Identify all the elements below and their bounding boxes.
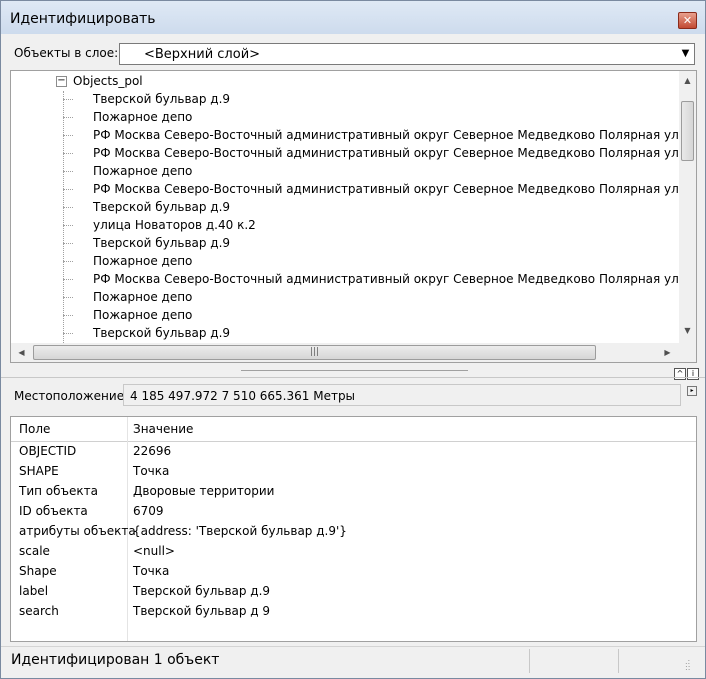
tree-item-label: Тверской бульвар д.9 [93, 200, 231, 214]
close-icon: ✕ [682, 14, 693, 27]
tree-connector-line [63, 91, 64, 343]
status-text: Идентифицирован 1 объект [11, 652, 220, 668]
attributes-grid[interactable]: Поле Значение OBJECTID 22696 SHAPE Точка Тип… [10, 416, 697, 642]
status-divider [529, 649, 530, 673]
field-name: scale [19, 544, 50, 558]
tree-vertical-scrollbar[interactable]: ▲ ▼ [679, 71, 696, 343]
tree-item-label: Тверской бульвар д.9 [93, 236, 231, 250]
field-name: ID объекта [19, 504, 88, 518]
scrollbar-corner [679, 343, 696, 362]
tree-connector [63, 315, 73, 316]
horizontal-scroll-thumb[interactable]: ||| [33, 345, 596, 360]
close-button[interactable]: ✕ [678, 12, 697, 29]
layer-dropdown[interactable]: <Верхний слой> ▼ [119, 43, 695, 65]
field-value: Точка [133, 564, 170, 578]
tree-connector [63, 225, 73, 226]
tree-connector [63, 135, 73, 136]
results-tree[interactable]: − Objects_pol Тверской бульвар д.9 Пожарн… [10, 70, 697, 363]
tree-item-label: Пожарное депо [93, 110, 193, 124]
field-name: атрибуты объекта [19, 524, 136, 538]
scroll-left-icon[interactable]: ◀ [13, 343, 30, 362]
tree-connector [63, 189, 73, 190]
tree-connector [63, 261, 73, 262]
panel-info-icon[interactable]: i [687, 368, 699, 380]
field-value: Точка [133, 464, 170, 478]
location-label: Местоположение: [14, 389, 129, 403]
tree-connector [63, 117, 73, 118]
field-value: 6709 [133, 504, 164, 518]
field-value: <null> [133, 544, 175, 558]
tree-item-label: Тверской бульвар д.9 [93, 326, 231, 340]
identify-window: Идентифицировать ✕ Объекты в слое: <Верх… [0, 0, 706, 679]
tree-horizontal-scrollbar[interactable]: ◀ ||| ▶ [11, 343, 679, 362]
field-name: Тип объекта [19, 484, 98, 498]
field-name: OBJECTID [19, 444, 77, 458]
scroll-right-icon[interactable]: ▶ [659, 343, 676, 362]
header-field[interactable]: Поле [19, 422, 50, 436]
grid-row[interactable]: Shape Точка [11, 561, 696, 581]
tree-connector [63, 243, 73, 244]
tree-connector [63, 333, 73, 334]
tree-item-label: РФ Москва Северо-Восточный административ… [93, 146, 679, 160]
layer-label: Объекты в слое: [14, 46, 119, 60]
field-value: Тверской бульвар д.9 [133, 584, 271, 598]
grid-row[interactable]: scale <null> [11, 541, 696, 561]
expand-panel-icon[interactable]: ^ [674, 368, 686, 380]
header-value[interactable]: Значение [133, 422, 193, 436]
separator [1, 377, 705, 378]
tree-item-label: Тверской бульвар д.9 [93, 92, 231, 106]
grid-row[interactable]: search Тверской бульвар д 9 [11, 601, 696, 621]
vertical-scroll-thumb[interactable] [681, 101, 694, 161]
tree-item-label: Пожарное депо [93, 164, 193, 178]
tree-connector [63, 207, 73, 208]
tree-item-label: РФ Москва Северо-Восточный административ… [93, 272, 679, 286]
tree-connector [63, 99, 73, 100]
tree-connector [63, 171, 73, 172]
tree-content: − Objects_pol Тверской бульвар д.9 Пожарн… [11, 71, 679, 343]
grid-row[interactable]: OBJECTID 22696 [11, 441, 696, 461]
field-value: Тверской бульвар д 9 [133, 604, 271, 618]
field-name: SHAPE [19, 464, 59, 478]
tree-connector [63, 297, 73, 298]
tree-item-label: РФ Москва Северо-Восточный административ… [93, 128, 679, 142]
field-name: search [19, 604, 59, 618]
tree-item-label: РФ Москва Северо-Восточный административ… [93, 182, 679, 196]
resize-grip-icon[interactable]: .::: [685, 658, 697, 672]
tree-item-label: Пожарное депо [93, 308, 193, 322]
tree-connector [63, 279, 73, 280]
layer-dropdown-value: <Верхний слой> [144, 47, 261, 62]
tree-item-label: Пожарное депо [93, 254, 193, 268]
chevron-down-icon[interactable]: ▼ [677, 44, 694, 64]
grid-row[interactable]: атрибуты объекта {address: 'Тверской буль… [11, 521, 696, 541]
grid-row[interactable]: Тип объекта Дворовые территории [11, 481, 696, 501]
grid-header: Поле Значение [11, 417, 696, 442]
window-title: Идентифицировать [10, 11, 156, 27]
location-options-icon[interactable]: ▸ [687, 386, 697, 396]
status-bar: Идентифицирован 1 объект .::: [1, 646, 705, 678]
tree-connector [63, 153, 73, 154]
field-name: Shape [19, 564, 57, 578]
field-value: 22696 [133, 444, 172, 458]
scroll-up-icon[interactable]: ▲ [679, 73, 696, 89]
grid-row[interactable]: SHAPE Точка [11, 461, 696, 481]
title-bar[interactable]: Идентифицировать ✕ [1, 1, 705, 34]
panel-splitter[interactable] [241, 370, 468, 371]
field-name: label [19, 584, 49, 598]
status-divider [618, 649, 619, 673]
grid-row[interactable]: ID объекта 6709 [11, 501, 696, 521]
tree-root-label: Objects_pol [73, 74, 143, 88]
tree-item-label: улица Новаторов д.40 к.2 [93, 218, 256, 232]
location-value: 4 185 497.972 7 510 665.361 Метры [123, 384, 681, 406]
grid-row[interactable]: label Тверской бульвар д.9 [11, 581, 696, 601]
scroll-down-icon[interactable]: ▼ [679, 323, 696, 339]
collapse-icon[interactable]: − [56, 76, 67, 87]
field-value: Дворовые территории [133, 484, 275, 498]
tree-item-label: Пожарное депо [93, 290, 193, 304]
field-value: {address: 'Тверской бульвар д.9'} [133, 524, 347, 538]
